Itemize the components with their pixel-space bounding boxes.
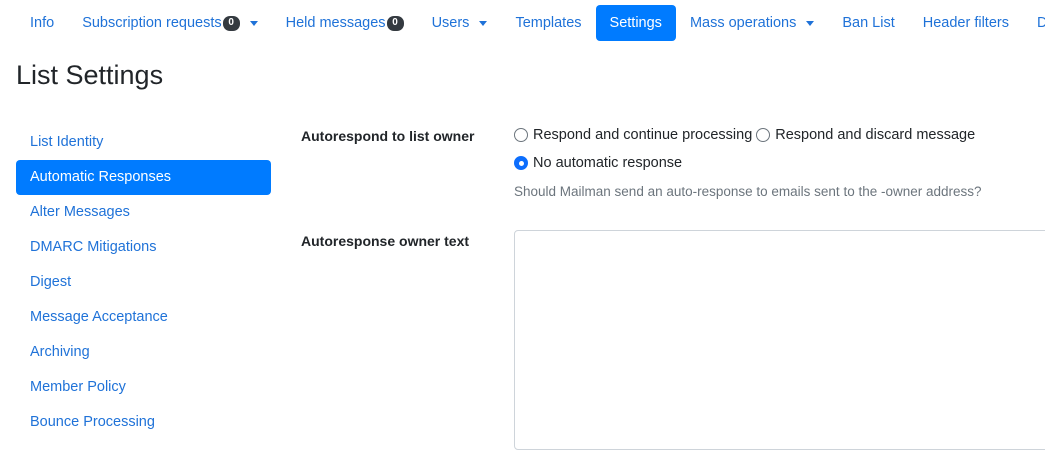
autorespond-owner-label: Autorespond to list owner	[301, 128, 475, 144]
nav-mass-operations[interactable]: Mass operations	[676, 5, 828, 41]
radio-no-response[interactable]: No automatic response	[514, 155, 682, 171]
sidebar-item-message-acceptance[interactable]: Message Acceptance	[16, 300, 271, 335]
nav-settings-label: Settings	[609, 15, 662, 31]
sidebar-item-dmarc-mitigations[interactable]: DMARC Mitigations	[16, 230, 271, 265]
nav-delete-label: Delete	[1036, 15, 1045, 31]
sidebar-item-alter-messages[interactable]: Alter Messages	[16, 195, 271, 230]
radio-no-response-label: No automatic response	[533, 155, 683, 171]
autorespond-owner-radio-row-2: No automatic response	[514, 155, 686, 171]
nav-settings[interactable]: Settings	[595, 5, 676, 41]
nav-ban-list-label: Ban List	[842, 15, 895, 31]
sidebar-item-automatic-responses[interactable]: Automatic Responses	[16, 160, 271, 195]
sidebar-item-list-identity[interactable]: List Identity	[16, 125, 271, 160]
autorespond-owner-help-text: Should Mailman send an auto-response to …	[514, 184, 982, 199]
nav-held-messages[interactable]: Held messages 0	[272, 5, 418, 41]
sidebar-item-member-policy[interactable]: Member Policy	[16, 370, 271, 405]
nav-header-filters[interactable]: Header filters	[909, 5, 1023, 41]
autorespond-owner-radio-row-1: Respond and continue processing Respond …	[514, 127, 979, 143]
autoresponse-owner-text-label: Autoresponse owner text	[301, 233, 470, 249]
autoresponse-owner-text-input[interactable]	[514, 230, 1045, 450]
chevron-down-icon	[249, 20, 258, 26]
nav-subscription-requests[interactable]: Subscription requests 0	[68, 5, 271, 41]
sidebar-item-bounce-processing[interactable]: Bounce Processing	[16, 405, 271, 440]
radio-respond-continue[interactable]: Respond and continue processing	[514, 127, 752, 143]
nav-delete[interactable]: Delete	[1023, 5, 1045, 41]
radio-no-response-circle[interactable]	[514, 156, 528, 170]
nav-templates-label: Templates	[515, 15, 582, 31]
nav-subscription-requests-label: Subscription requests	[82, 15, 222, 31]
nav-users-label: Users	[431, 15, 470, 31]
nav-held-messages-label: Held messages	[285, 15, 386, 31]
radio-respond-discard-label: Respond and discard message	[775, 127, 976, 143]
nav-ban-list[interactable]: Ban List	[828, 5, 908, 41]
held-messages-count-badge: 0	[386, 15, 404, 31]
nav-info[interactable]: Info	[16, 5, 68, 41]
radio-respond-discard-circle[interactable]	[756, 128, 771, 142]
nav-users[interactable]: Users	[418, 5, 502, 41]
top-nav: Info Subscription requests 0 Held messag…	[16, 5, 1045, 41]
sidebar-item-archiving[interactable]: Archiving	[16, 335, 271, 370]
nav-header-filters-label: Header filters	[922, 15, 1009, 31]
sidebar-item-digest[interactable]: Digest	[16, 265, 271, 300]
subscription-requests-count-badge: 0	[222, 15, 240, 31]
radio-respond-continue-label: Respond and continue processing	[533, 127, 753, 143]
settings-sidebar: List Identity Automatic Responses Alter …	[16, 125, 271, 440]
chevron-down-icon	[806, 20, 815, 26]
radio-respond-continue-circle[interactable]	[514, 128, 528, 142]
nav-mass-operations-label: Mass operations	[689, 15, 797, 31]
radio-respond-discard[interactable]: Respond and discard message	[756, 127, 975, 143]
nav-templates[interactable]: Templates	[501, 5, 595, 41]
chevron-down-icon	[479, 20, 488, 26]
page-title: List Settings	[16, 60, 164, 90]
nav-info-label: Info	[30, 15, 55, 31]
